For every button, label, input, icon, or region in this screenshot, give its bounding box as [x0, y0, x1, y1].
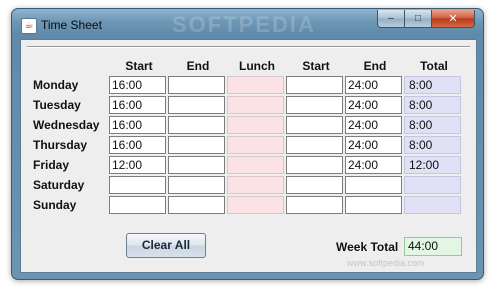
day-label-saturday: Saturday — [33, 178, 85, 192]
start2-input-tuesday[interactable] — [286, 96, 343, 114]
softpedia-url-watermark: www.softpedia.com — [347, 258, 425, 268]
lunch-input-sunday[interactable] — [227, 196, 284, 214]
column-header-total: Total — [420, 59, 448, 73]
header-separator — [27, 46, 470, 48]
start2-input-monday[interactable] — [286, 76, 343, 94]
maximize-button[interactable]: □ — [405, 10, 432, 28]
week-total-label: Week Total — [336, 240, 399, 254]
java-app-icon: ☕ — [21, 18, 37, 34]
start2-input-sunday[interactable] — [286, 196, 343, 214]
time-sheet-panel: Start End Lunch Start End Total Monday 1… — [20, 39, 477, 273]
title-bar[interactable]: ☕ Time Sheet SOFTPEDIA – □ ✕ — [12, 9, 483, 39]
day-label-thursday: Thursday — [33, 138, 88, 152]
time-sheet-window: ☕ Time Sheet SOFTPEDIA – □ ✕ Start End L… — [11, 8, 484, 280]
end-input-thursday[interactable] — [168, 136, 225, 154]
end2-input-thursday[interactable]: 24:00 — [345, 136, 402, 154]
day-label-monday: Monday — [33, 78, 79, 92]
column-header-end: End — [186, 59, 210, 73]
end2-input-tuesday[interactable]: 24:00 — [345, 96, 402, 114]
softpedia-watermark: SOFTPEDIA — [172, 12, 316, 37]
day-label-friday: Friday — [33, 158, 70, 172]
end2-input-wednesday[interactable]: 24:00 — [345, 116, 402, 134]
end-input-saturday[interactable] — [168, 176, 225, 194]
minimize-button[interactable]: – — [377, 10, 405, 28]
start-input-monday[interactable]: 16:00 — [109, 76, 166, 94]
start2-input-friday[interactable] — [286, 156, 343, 174]
start-input-friday[interactable]: 12:00 — [109, 156, 166, 174]
start-input-saturday[interactable] — [109, 176, 166, 194]
end2-input-sunday[interactable] — [345, 196, 402, 214]
start2-input-wednesday[interactable] — [286, 116, 343, 134]
start-input-wednesday[interactable]: 16:00 — [109, 116, 166, 134]
end-input-tuesday[interactable] — [168, 96, 225, 114]
lunch-input-friday[interactable] — [227, 156, 284, 174]
clear-all-button[interactable]: Clear All — [126, 233, 206, 258]
total-friday: 12:00 — [404, 156, 461, 174]
end2-input-monday[interactable]: 24:00 — [345, 76, 402, 94]
end2-input-friday[interactable]: 24:00 — [345, 156, 402, 174]
lunch-input-saturday[interactable] — [227, 176, 284, 194]
day-label-sunday: Sunday — [33, 198, 77, 212]
start-input-tuesday[interactable]: 16:00 — [109, 96, 166, 114]
caption-buttons: – □ ✕ — [377, 10, 475, 28]
start-input-sunday[interactable] — [109, 196, 166, 214]
end-input-wednesday[interactable] — [168, 116, 225, 134]
end-input-friday[interactable] — [168, 156, 225, 174]
total-wednesday: 8:00 — [404, 116, 461, 134]
lunch-input-wednesday[interactable] — [227, 116, 284, 134]
column-header-start-2: Start — [302, 59, 330, 73]
end-input-monday[interactable] — [168, 76, 225, 94]
start-input-thursday[interactable]: 16:00 — [109, 136, 166, 154]
close-button[interactable]: ✕ — [432, 10, 475, 28]
start2-input-thursday[interactable] — [286, 136, 343, 154]
column-header-start: Start — [125, 59, 153, 73]
end-input-sunday[interactable] — [168, 196, 225, 214]
day-label-tuesday: Tuesday — [33, 98, 81, 112]
column-header-end-2: End — [363, 59, 387, 73]
lunch-input-monday[interactable] — [227, 76, 284, 94]
day-label-wednesday: Wednesday — [33, 118, 100, 132]
start2-input-saturday[interactable] — [286, 176, 343, 194]
total-monday: 8:00 — [404, 76, 461, 94]
week-total-field: 44:00 — [404, 237, 462, 256]
window-title: Time Sheet — [41, 18, 102, 32]
total-sunday — [404, 196, 461, 214]
lunch-input-thursday[interactable] — [227, 136, 284, 154]
lunch-input-tuesday[interactable] — [227, 96, 284, 114]
end2-input-saturday[interactable] — [345, 176, 402, 194]
total-thursday: 8:00 — [404, 136, 461, 154]
column-header-lunch: Lunch — [239, 59, 275, 73]
total-saturday — [404, 176, 461, 194]
total-tuesday: 8:00 — [404, 96, 461, 114]
